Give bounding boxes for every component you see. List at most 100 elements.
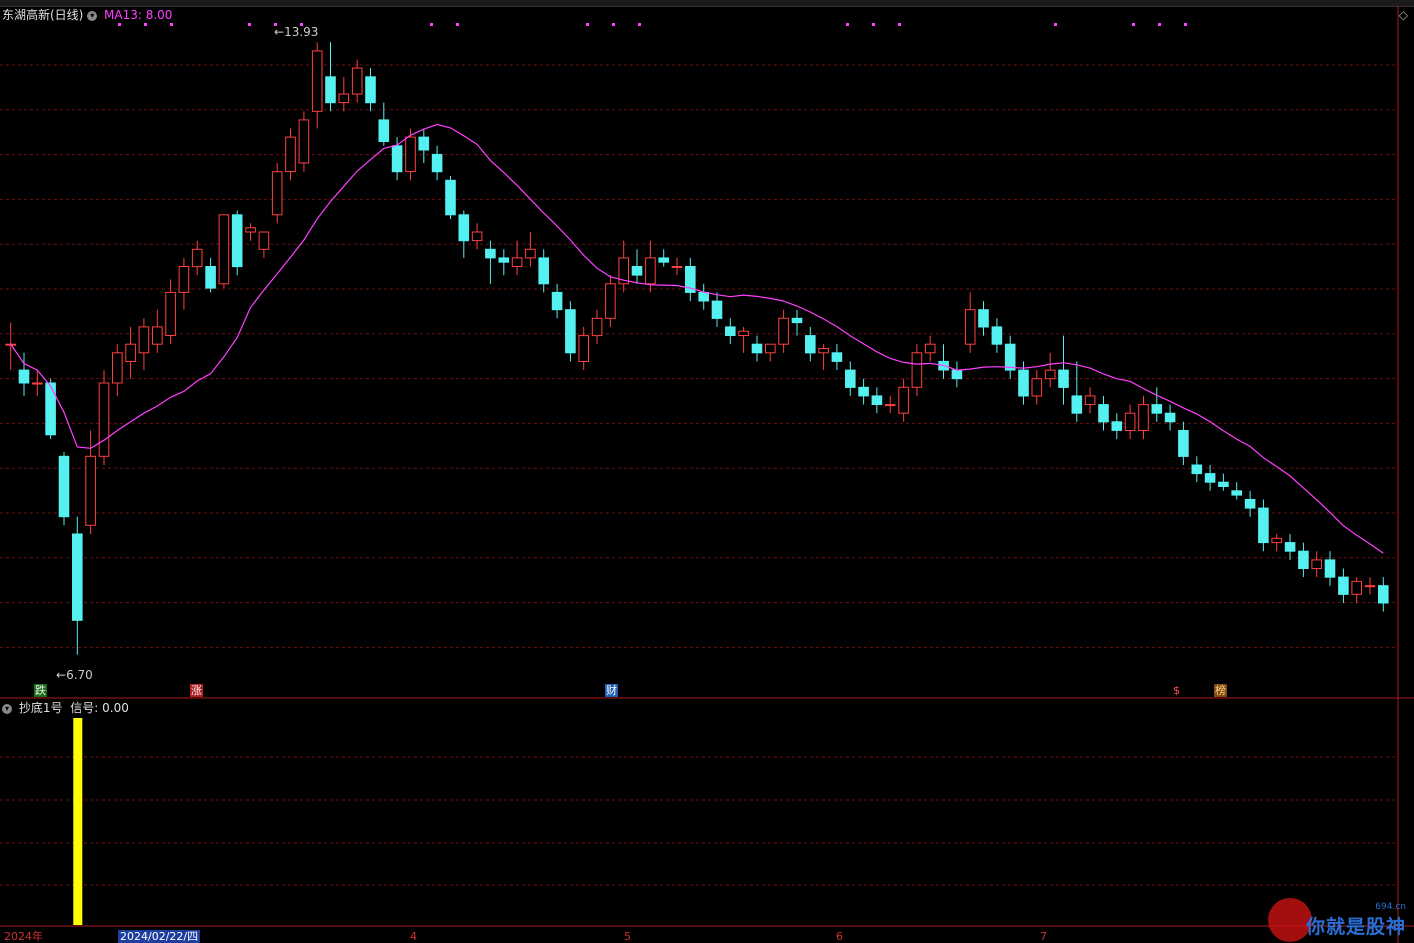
event-tag-fall[interactable]: 跌 [34,684,47,697]
event-tag-dollar[interactable]: $ [1172,684,1181,697]
candle-body [485,248,496,259]
candle-body [498,257,510,263]
candle-body [1244,499,1256,509]
candle-body [32,382,43,385]
candle-body [1284,542,1296,552]
chevron-down-icon[interactable]: ▾ [87,10,98,21]
candle-body [924,343,936,354]
chevron-down-icon[interactable]: ▾ [2,703,12,714]
candle-body [911,352,923,388]
candle-body [1364,585,1376,588]
chart-header: 东湖高新(日线) ▾ MA13: 8.00 [2,8,172,22]
candle-body [845,369,856,388]
signal-dot [846,23,849,26]
candle-body [1178,430,1189,457]
candle-body [964,309,976,345]
x-axis-label-year: 2024年 [4,930,43,943]
indicator-header: ▾ 抄底1号 信号: 0.00 [2,701,129,715]
event-tag-finance[interactable]: 财 [605,684,618,697]
signal-dot [430,23,433,26]
candle-body [818,348,829,354]
candle-body [1378,585,1389,604]
candle-body [1138,404,1149,432]
candle-body [1084,395,1096,405]
indicator-title: 抄底1号 [18,701,63,715]
candle-body [1111,421,1123,431]
candle-body [338,93,350,104]
candle-body [365,76,376,104]
candle-body [245,227,256,233]
candle-body [351,67,363,95]
candle-body [1124,412,1136,432]
candle-body [218,214,230,285]
candle-body [1031,378,1043,397]
candle-body [1071,395,1083,414]
low-price-label: ←6.70 [56,668,93,682]
high-price-label: ←13.93 [274,25,319,39]
x-axis-label-jul: 7 [1040,930,1047,943]
candle-body [85,455,96,526]
candle-body [565,309,576,354]
candle-body [1271,537,1283,544]
signal-dot [1184,23,1187,26]
candle-body [605,283,616,319]
signal-dot [456,23,459,26]
stock-title: 东湖高新(日线) [2,8,84,22]
candle-body [765,343,776,354]
candle-body [58,455,70,518]
candle-body [191,248,203,268]
candle-body [431,153,443,173]
candle-body [258,231,270,250]
candle-body [125,343,136,363]
watermark-domain: 694.cn [1375,902,1406,912]
candle-body [1151,404,1163,414]
candle-body [471,231,483,242]
signal-dot [586,23,589,26]
signal-dot [170,23,173,26]
candle-body [591,317,603,337]
candle-body [951,369,963,380]
candle-body [1338,576,1349,595]
signal-dot [248,23,251,26]
candle-body [1044,369,1056,380]
candle-body [725,326,736,336]
signal-dot [1158,23,1161,26]
candle-body [1204,473,1216,483]
candle-body [711,300,723,319]
candle-body [884,404,896,407]
candle-body [1004,343,1016,371]
event-tag-rank[interactable]: 榜 [1214,684,1227,697]
candle-body [405,136,416,173]
x-axis-label-may: 5 [624,930,631,943]
candle-body [445,179,456,216]
candle-body [1218,481,1229,488]
candle-body [152,326,163,345]
candle-body [1298,550,1309,570]
candle-body [298,119,310,164]
candle-body [991,326,1003,345]
candle-body [378,119,390,143]
candle-body [898,386,909,414]
ma-label: MA13: 8.00 [104,8,173,22]
candle-body [311,50,323,112]
candle-body [325,76,336,104]
candle-body [791,317,803,324]
candle-body [45,382,56,436]
x-axis-label-jun: 6 [836,930,843,943]
candle-body [418,136,430,151]
candle-body [72,533,83,621]
candle-body [98,382,110,457]
expand-diamond-icon[interactable]: ◇ [1399,8,1408,22]
candle-body [112,352,123,384]
signal-label: 信号: 0.00 [70,701,129,715]
candle-body [525,248,536,259]
signal-dot [872,23,875,26]
candle-body [1164,412,1176,423]
candle-body [1258,507,1269,544]
candle-body [285,136,296,173]
event-tag-rise[interactable]: 涨 [190,684,203,697]
candle-body [1231,490,1243,496]
candle-body [551,291,563,311]
candle-body [1311,559,1323,570]
candle-body [738,330,749,337]
